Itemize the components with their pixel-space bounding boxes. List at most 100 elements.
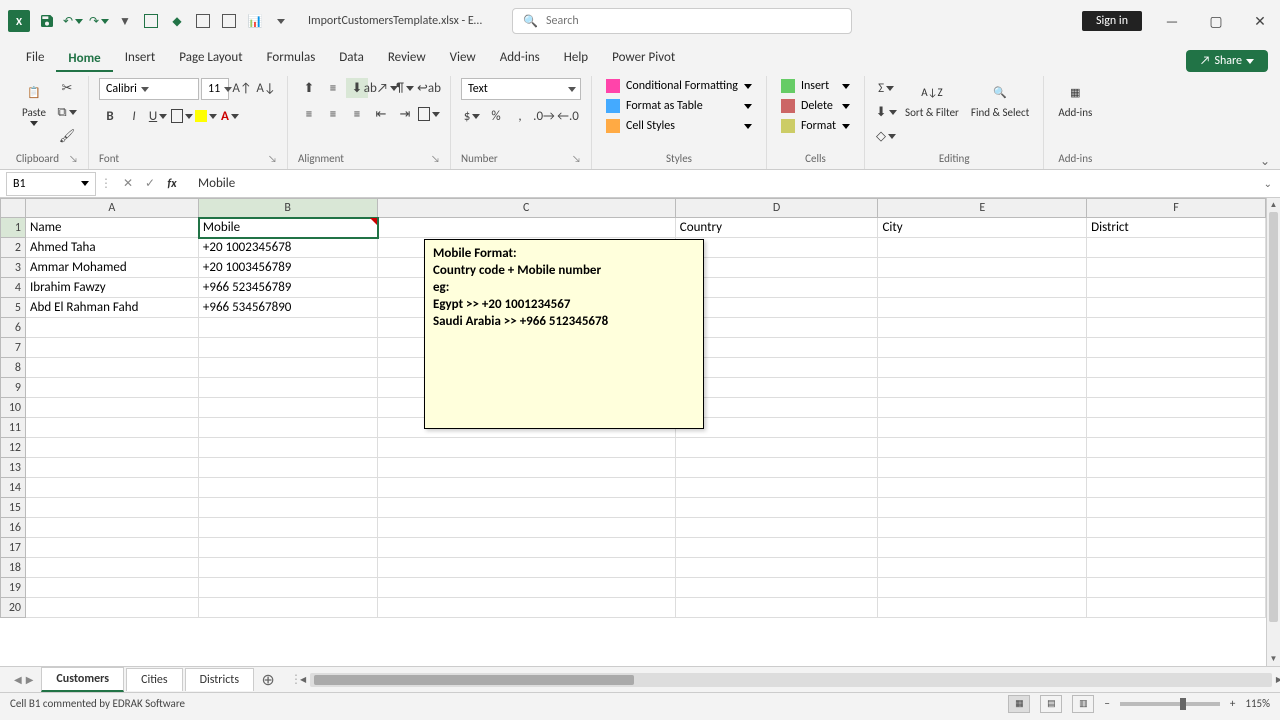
cell[interactable]	[378, 578, 676, 598]
row-header[interactable]: 6	[0, 318, 26, 338]
cell[interactable]	[878, 358, 1087, 378]
search-input[interactable]	[546, 14, 841, 28]
row-header[interactable]: 8	[0, 358, 26, 378]
cell[interactable]	[199, 358, 378, 378]
cell[interactable]	[1087, 498, 1266, 518]
tab-pagelayout[interactable]: Page Layout	[167, 44, 254, 72]
scroll-right-icon[interactable]: ▶	[1272, 673, 1280, 687]
row-header[interactable]: 9	[0, 378, 26, 398]
cell[interactable]	[1087, 318, 1266, 338]
cell[interactable]	[676, 258, 879, 278]
cell[interactable]	[26, 398, 199, 418]
row-header[interactable]: 4	[0, 278, 26, 298]
cell[interactable]	[26, 438, 199, 458]
cell[interactable]	[1087, 538, 1266, 558]
cell[interactable]: Ibrahim Fawzy	[26, 278, 199, 298]
cell[interactable]	[199, 458, 378, 478]
cell[interactable]: +20 1003456789	[199, 258, 378, 278]
cell[interactable]	[26, 518, 199, 538]
cell[interactable]	[199, 338, 378, 358]
col-header-E[interactable]: E	[878, 198, 1087, 218]
search-box[interactable]: 🔍	[512, 8, 852, 34]
cell[interactable]	[676, 538, 879, 558]
cell[interactable]	[878, 418, 1087, 438]
row-header[interactable]: 19	[0, 578, 26, 598]
splitter-icon[interactable]: ⋮	[100, 176, 112, 191]
row-header[interactable]: 10	[0, 398, 26, 418]
increase-decimal-icon[interactable]: .0→	[533, 106, 555, 126]
tab-help[interactable]: Help	[552, 44, 600, 72]
zoom-level[interactable]: 115%	[1245, 697, 1270, 710]
cell[interactable]: Abd El Rahman Fahd	[26, 298, 199, 318]
cell[interactable]	[1087, 398, 1266, 418]
wrap-text-icon[interactable]: ↩ab	[418, 78, 440, 98]
collapse-ribbon-icon[interactable]: ⌄	[1260, 154, 1270, 169]
tab-file[interactable]: File	[14, 44, 56, 72]
number-format-dropdown[interactable]: Text	[461, 78, 581, 100]
cell[interactable]: Name	[26, 218, 199, 238]
cell[interactable]	[1087, 558, 1266, 578]
row-header[interactable]: 3	[0, 258, 26, 278]
select-all-corner[interactable]	[0, 198, 26, 218]
cell[interactable]	[1087, 458, 1266, 478]
cell[interactable]	[199, 518, 378, 538]
zoom-in-icon[interactable]: +	[1230, 697, 1235, 710]
sheet-nav-prev-icon[interactable]: ◀	[14, 673, 22, 686]
autosum-icon[interactable]: Σ	[875, 78, 897, 98]
orientation-icon[interactable]: ab↗	[370, 78, 392, 98]
cell[interactable]	[878, 538, 1087, 558]
cell[interactable]	[878, 518, 1087, 538]
decrease-indent-icon[interactable]: ⇤	[370, 104, 392, 124]
cell[interactable]	[676, 378, 879, 398]
normal-view-icon[interactable]: ▦	[1008, 695, 1030, 713]
cell[interactable]	[199, 478, 378, 498]
cell[interactable]: Country	[676, 218, 879, 238]
borders-icon[interactable]	[171, 106, 193, 126]
fill-icon[interactable]: ⬇	[875, 102, 897, 122]
expand-formula-bar-icon[interactable]: ⌄	[1264, 177, 1272, 190]
signin-button[interactable]: Sign in	[1082, 11, 1142, 31]
align-top-icon[interactable]: ⬆	[298, 78, 320, 98]
cell[interactable]	[878, 458, 1087, 478]
row-header[interactable]: 2	[0, 238, 26, 258]
restore-icon[interactable]: ▢	[1204, 9, 1228, 33]
format-cells-button[interactable]: Format	[777, 118, 854, 134]
cancel-formula-icon[interactable]: ✕	[118, 176, 138, 191]
cell[interactable]	[26, 378, 199, 398]
col-header-F[interactable]: F	[1087, 198, 1266, 218]
launcher-icon[interactable]: ↘	[431, 152, 440, 165]
table-icon[interactable]	[194, 12, 212, 30]
cell[interactable]	[26, 318, 199, 338]
horizontal-scrollbar[interactable]: ◀ ▶	[310, 673, 1272, 687]
cell-styles-button[interactable]: Cell Styles	[602, 118, 756, 134]
align-left-icon[interactable]: ≡	[298, 104, 320, 124]
cell[interactable]: +966 534567890	[199, 298, 378, 318]
cell[interactable]	[1087, 358, 1266, 378]
cell[interactable]	[1087, 258, 1266, 278]
pivot-icon[interactable]	[220, 12, 238, 30]
cell[interactable]	[1087, 378, 1266, 398]
cell[interactable]	[676, 298, 879, 318]
cell[interactable]	[378, 498, 676, 518]
tab-review[interactable]: Review	[376, 44, 438, 72]
cell[interactable]	[878, 398, 1087, 418]
share-button[interactable]: ↗ Share	[1186, 50, 1268, 72]
qat-customize-icon[interactable]	[272, 12, 290, 30]
fill-color-icon[interactable]	[195, 106, 217, 126]
name-box[interactable]: B1	[6, 172, 96, 196]
cell[interactable]	[878, 278, 1087, 298]
accounting-icon[interactable]: $	[461, 106, 483, 126]
cell[interactable]	[378, 598, 676, 618]
comma-icon[interactable]: ,	[509, 106, 531, 126]
cell[interactable]	[676, 418, 879, 438]
align-middle-icon[interactable]: ≡	[322, 78, 344, 98]
tab-data[interactable]: Data	[327, 44, 376, 72]
undo-icon[interactable]: ↶	[64, 12, 82, 30]
cell[interactable]	[676, 558, 879, 578]
cell[interactable]	[378, 478, 676, 498]
cell[interactable]	[199, 318, 378, 338]
align-center-icon[interactable]: ≡	[322, 104, 344, 124]
filter-icon[interactable]: ▼	[116, 12, 134, 30]
launcher-icon[interactable]: ↘	[572, 152, 581, 165]
font-color-icon[interactable]: A	[219, 106, 241, 126]
